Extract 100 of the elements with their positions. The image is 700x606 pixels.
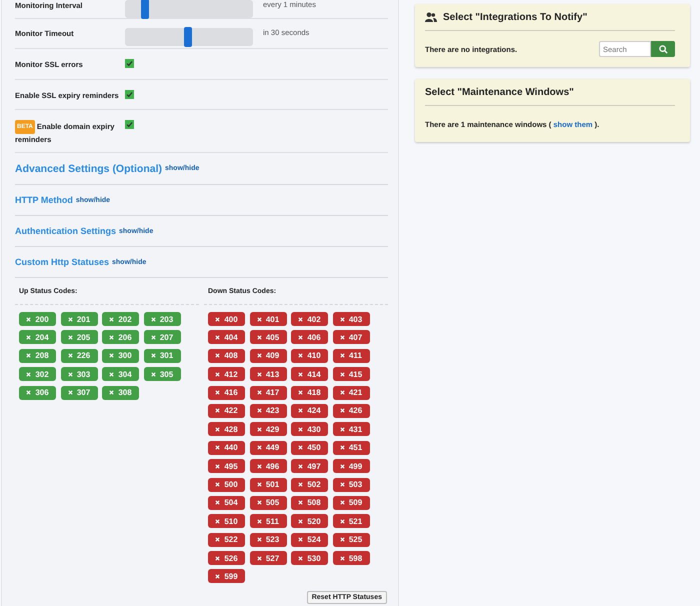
status-code-tag[interactable]: 521 [332, 514, 370, 528]
status-code-tag[interactable]: 500 [208, 478, 245, 492]
status-code-tag[interactable]: 302 [19, 367, 56, 382]
status-code-tag[interactable]: 422 [208, 404, 245, 418]
remove-icon [215, 518, 220, 524]
status-code-tag[interactable]: 523 [250, 532, 286, 547]
status-code-tag[interactable]: 426 [332, 404, 370, 418]
status-code-tag[interactable]: 449 [250, 440, 286, 455]
status-code-tag[interactable]: 423 [250, 404, 286, 418]
status-code-tag[interactable]: 496 [250, 459, 286, 474]
status-code-tag[interactable]: 226 [60, 348, 98, 363]
status-code-tag[interactable]: 495 [208, 459, 245, 474]
remove-icon [109, 353, 114, 358]
status-code-tag[interactable]: 404 [208, 330, 245, 344]
status-code-tag[interactable]: 598 [332, 551, 370, 566]
status-code-tag[interactable]: 301 [144, 348, 180, 363]
status-code-tag[interactable]: 504 [208, 496, 245, 510]
remove-icon [109, 390, 114, 396]
status-code-tag[interactable]: 204 [19, 330, 56, 344]
checkbox[interactable] [125, 59, 134, 68]
status-code-tag[interactable]: 401 [250, 312, 286, 326]
status-code-tag[interactable]: 522 [208, 532, 245, 547]
status-code-tag[interactable]: 526 [208, 551, 245, 566]
checkbox[interactable] [125, 90, 134, 99]
status-code-tag[interactable]: 306 [19, 386, 56, 400]
status-code-tag[interactable]: 525 [332, 532, 370, 547]
remove-icon [215, 316, 220, 322]
status-code-tag[interactable]: 497 [291, 459, 328, 474]
search-icon [658, 44, 668, 54]
checkbox[interactable] [125, 120, 134, 129]
status-code-tag[interactable]: 520 [291, 514, 328, 528]
status-code-tag[interactable]: 431 [332, 422, 370, 436]
status-code-tag[interactable]: 407 [332, 330, 370, 344]
status-code-tag[interactable]: 409 [250, 348, 286, 363]
status-code-tag[interactable]: 305 [144, 367, 180, 382]
status-code-tag[interactable]: 451 [332, 440, 370, 455]
status-code-tag[interactable]: 508 [291, 496, 328, 510]
slider-thumb[interactable] [141, 0, 150, 19]
status-code-tag[interactable]: 408 [208, 348, 245, 363]
status-code-tag[interactable]: 403 [332, 312, 370, 326]
status-code-tag[interactable]: 424 [291, 404, 328, 418]
section-title: Advanced Settings (Optional) [15, 162, 162, 174]
status-code-tag[interactable]: 410 [291, 348, 328, 363]
remove-icon [340, 537, 345, 542]
status-code-tag[interactable]: 200 [19, 312, 56, 326]
status-code-tag[interactable]: 511 [250, 514, 286, 528]
remove-icon [215, 482, 220, 488]
search-button[interactable] [651, 41, 675, 57]
status-code-tag[interactable]: 202 [102, 312, 139, 326]
status-code-tag[interactable]: 509 [332, 496, 370, 510]
status-code-tag[interactable]: 406 [291, 330, 328, 344]
status-code-tag[interactable]: 418 [291, 386, 328, 400]
status-code-tag[interactable]: 510 [208, 514, 245, 528]
status-code-tag[interactable]: 413 [250, 367, 286, 382]
status-code-tag[interactable]: 428 [208, 422, 245, 436]
status-code-tag[interactable]: 502 [291, 478, 328, 492]
status-code-tag[interactable]: 304 [102, 367, 139, 382]
slider-track[interactable] [125, 0, 253, 18]
status-code-tag[interactable]: 416 [208, 386, 245, 400]
slider-track[interactable] [125, 28, 253, 46]
remove-icon [256, 426, 262, 432]
remove-icon [256, 556, 262, 561]
status-code-tag[interactable]: 307 [60, 386, 98, 400]
status-code-tag[interactable]: 440 [208, 440, 245, 455]
status-code-tag[interactable]: 412 [208, 367, 245, 382]
status-code-tag[interactable]: 411 [332, 348, 370, 363]
slider-thumb[interactable] [184, 27, 192, 47]
status-code-tag[interactable]: 599 [208, 569, 245, 584]
status-code-tag[interactable]: 430 [291, 422, 328, 436]
status-code-tag[interactable]: 421 [332, 386, 370, 400]
status-code-tag[interactable]: 415 [332, 367, 370, 382]
status-code-tag[interactable]: 405 [250, 330, 286, 344]
status-code-tag[interactable]: 206 [102, 330, 139, 344]
status-code-tag[interactable]: 303 [60, 367, 98, 382]
status-code-tag[interactable]: 505 [250, 496, 286, 510]
remove-icon [150, 316, 156, 322]
status-code-tag[interactable]: 501 [250, 478, 286, 492]
status-code-tag[interactable]: 205 [60, 330, 98, 344]
status-code-tag[interactable]: 201 [60, 312, 98, 326]
status-code-tag[interactable]: 308 [102, 386, 139, 400]
status-code-tag[interactable]: 450 [291, 440, 328, 455]
remove-icon [298, 316, 304, 322]
status-code-tag[interactable]: 503 [332, 478, 370, 492]
status-code-tag[interactable]: 530 [291, 551, 328, 566]
status-code-tag[interactable]: 207 [144, 330, 180, 344]
status-code-tag[interactable]: 524 [291, 532, 328, 547]
status-code-tag[interactable]: 527 [250, 551, 286, 566]
status-code-tag[interactable]: 417 [250, 386, 286, 400]
status-code-tag[interactable]: 499 [332, 459, 370, 474]
remove-icon [109, 334, 114, 340]
status-code-tag[interactable]: 203 [144, 312, 180, 326]
status-code-tag[interactable]: 400 [208, 312, 245, 326]
status-code-tag[interactable]: 429 [250, 422, 286, 436]
status-code-tag[interactable]: 300 [102, 348, 139, 363]
status-code-tag[interactable]: 414 [291, 367, 328, 382]
remove-icon [150, 353, 156, 358]
remove-icon [215, 334, 220, 340]
status-code-tag[interactable]: 208 [19, 348, 56, 363]
remove-icon [215, 390, 220, 396]
status-code-tag[interactable]: 402 [291, 312, 328, 326]
